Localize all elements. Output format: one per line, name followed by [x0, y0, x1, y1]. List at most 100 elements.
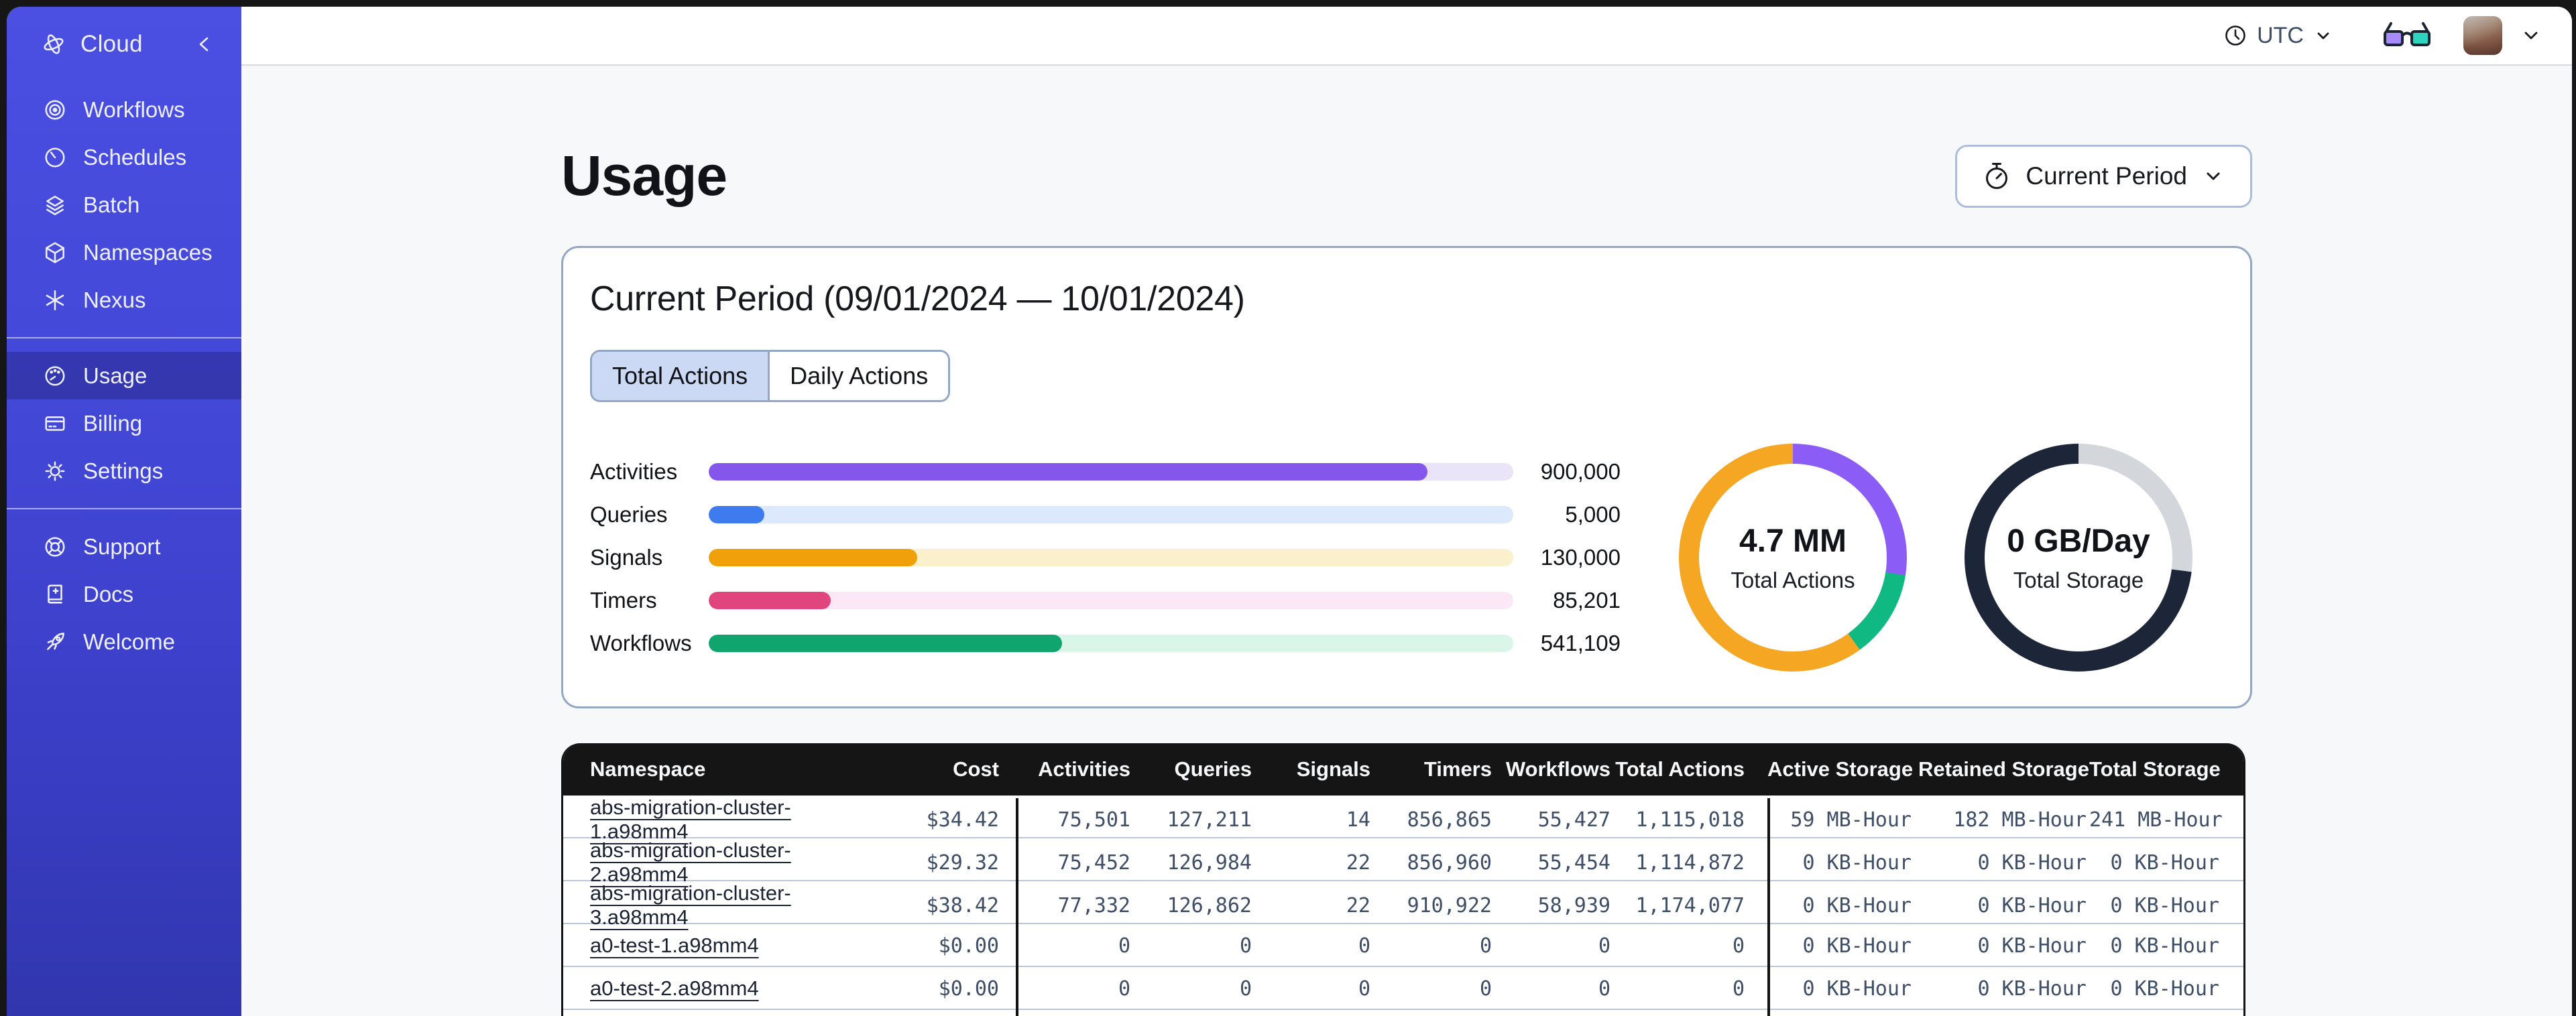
namespace-link[interactable]: abs-migration-cluster-2.a98mm4	[590, 838, 791, 886]
donut-value: 0 GB/Day	[2007, 523, 2150, 559]
sidebar-item-label: Batch	[83, 192, 140, 217]
namespace-link[interactable]: a0-test-2.a98mm4	[590, 976, 759, 1000]
namespace-link[interactable]: abs-migration-cluster-1.a98mm4	[590, 796, 791, 843]
chevron-down-icon	[2313, 25, 2333, 46]
page-content: Usage Current Period Current Period (09/…	[241, 66, 2572, 1016]
table-cell: 0	[1732, 976, 1745, 1001]
sidebar-item-welcome[interactable]: Welcome	[7, 618, 241, 665]
table-cell: 0	[1598, 934, 1611, 958]
workflows-icon	[43, 98, 67, 122]
table-cell: 0 KB-Hour	[1977, 976, 2087, 1001]
column-header-cost: Cost	[953, 757, 999, 781]
sidebar-item-batch[interactable]: Batch	[7, 181, 241, 229]
table-cell: 0 KB-Hour	[1767, 884, 1918, 927]
bar-rail	[709, 592, 1513, 609]
table-cell: 0 KB-Hour	[1977, 893, 2087, 917]
donut-center: 4.7 MM Total Actions	[1679, 444, 1907, 672]
table-cell: $38.42	[926, 893, 999, 917]
tab-total-actions[interactable]: Total Actions	[592, 352, 768, 400]
sidebar-item-billing[interactable]: Billing	[7, 399, 241, 447]
sidebar-item-settings[interactable]: Settings	[7, 447, 241, 495]
bar-fill	[709, 463, 1427, 481]
donut-value: 4.7 MM	[1739, 523, 1847, 559]
demo-glasses-icon[interactable]	[2382, 18, 2433, 53]
donut-label: Total Storage	[2013, 567, 2144, 592]
table-row: abs-migration-cluster-3.a98mm4 $38.42 77,3…	[563, 881, 2243, 929]
column-header-workflows: Workflows	[1505, 757, 1611, 781]
table-cell: 0	[1016, 1010, 1130, 1016]
bar-fill	[709, 549, 917, 566]
bar-rail	[709, 506, 1513, 523]
period-card-title: Current Period (09/01/2024 — 10/01/2024)	[590, 279, 1245, 318]
sidebar-item-support[interactable]: Support	[7, 523, 241, 570]
tab-daily-actions[interactable]: Daily Actions	[768, 352, 949, 400]
bar-row-signals: Signals 130,000	[590, 545, 1621, 570]
welcome-icon	[43, 630, 67, 654]
table-cell: 910,922	[1407, 893, 1492, 917]
table-row: bk-worker-test.a98mm4$0.000000110 KB-Hou…	[563, 1010, 2243, 1016]
account-menu-chevron-icon[interactable]	[2520, 24, 2542, 47]
sidebar-divider	[7, 337, 241, 338]
namespace-link[interactable]: a0-test-1.a98mm4	[590, 934, 759, 957]
table-cell: 241 MB-Hour	[2089, 808, 2223, 832]
table-cell: 22	[1346, 893, 1370, 917]
bar-label: Workflows	[590, 631, 692, 655]
page-title: Usage	[561, 144, 727, 207]
bar-fill	[709, 506, 764, 523]
table-cell: 126,862	[1167, 893, 1252, 917]
sidebar-collapse-button[interactable]	[194, 33, 215, 56]
sidebar-item-label: Docs	[83, 581, 134, 607]
period-dropdown-button[interactable]: Current Period	[1955, 144, 2252, 208]
column-header-signals: Signals	[1296, 757, 1370, 781]
cloud-logo[interactable]: Cloud	[42, 31, 143, 58]
sidebar-item-usage[interactable]: Usage	[7, 352, 241, 399]
bar-value: 85,201	[1553, 588, 1621, 613]
docs-icon	[43, 582, 67, 607]
billing-icon	[43, 411, 67, 436]
table-header-row: Namespace Cost Activities Queries Signals Tim…	[563, 743, 2243, 796]
column-header-retained-storage: Retained Storage	[1918, 757, 2089, 781]
namespace-cell: abs-migration-cluster-1.a98mm4	[563, 796, 856, 844]
sidebar-item-label: Namespaces	[83, 239, 213, 265]
bar-label: Timers	[590, 588, 657, 613]
bar-value: 900,000	[1540, 459, 1621, 484]
bar-label: Signals	[590, 545, 663, 570]
table-row: abs-migration-cluster-2.a98mm4 $29.32 75,4…	[563, 838, 2243, 886]
table-body: abs-migration-cluster-1.a98mm4 $34.42 75,5…	[563, 796, 2243, 1016]
table-cell: 127,211	[1167, 808, 1252, 832]
support-icon	[43, 535, 67, 559]
bar-label: Activities	[590, 459, 678, 484]
sidebar-item-docs[interactable]: Docs	[7, 570, 241, 618]
timezone-selector[interactable]: UTC	[2223, 23, 2333, 49]
sidebar-app-label: Cloud	[80, 31, 143, 57]
bar-rail	[709, 549, 1513, 566]
namespace-link[interactable]: abs-migration-cluster-3.a98mm4	[590, 881, 791, 929]
sidebar-item-nexus[interactable]: Nexus	[7, 276, 241, 324]
main-area: UTC Usage Current Period Current Period …	[241, 7, 2572, 1016]
sidebar-item-namespaces[interactable]: Namespaces	[7, 229, 241, 276]
table-cell: 1,115,018	[1635, 808, 1745, 832]
namespace-usage-table: Namespace Cost Activities Queries Signals Tim…	[561, 743, 2245, 1016]
donut-total-storage: 0 GB/Day Total Storage	[1965, 444, 2192, 672]
summary-donuts: 4.7 MM Total Actions 0 GB/Day Total Storage	[1679, 444, 2192, 672]
sidebar-item-workflows[interactable]: Workflows	[7, 86, 241, 133]
table-cell: 0 KB-Hour	[1767, 924, 1918, 967]
table-cell: 22	[1346, 850, 1370, 875]
sidebar-item-label: Billing	[83, 410, 143, 436]
donut-total-actions: 4.7 MM Total Actions	[1679, 444, 1907, 672]
column-header-queries: Queries	[1174, 757, 1252, 781]
table-cell: 75,452	[1016, 841, 1130, 884]
table-cell: 55,427	[1537, 808, 1611, 832]
actions-tab-group: Total Actions Daily Actions	[590, 350, 951, 402]
sidebar-item-schedules[interactable]: Schedules	[7, 133, 241, 181]
table-cell: 0 KB-Hour	[2110, 976, 2219, 1001]
user-avatar[interactable]	[2463, 16, 2502, 55]
table-cell: $34.42	[926, 808, 999, 832]
table-cell: 0	[1239, 934, 1252, 958]
sidebar-item-label: Welcome	[83, 629, 175, 654]
bar-row-queries: Queries 5,000	[590, 502, 1621, 527]
clock-icon	[2223, 23, 2247, 48]
table-cell: 0 KB-Hour	[2110, 893, 2219, 917]
table-cell: 0 KB-Hour	[1977, 934, 2087, 958]
sidebar: Cloud Workflows Schedules Batch Namespaces N…	[7, 7, 241, 1016]
